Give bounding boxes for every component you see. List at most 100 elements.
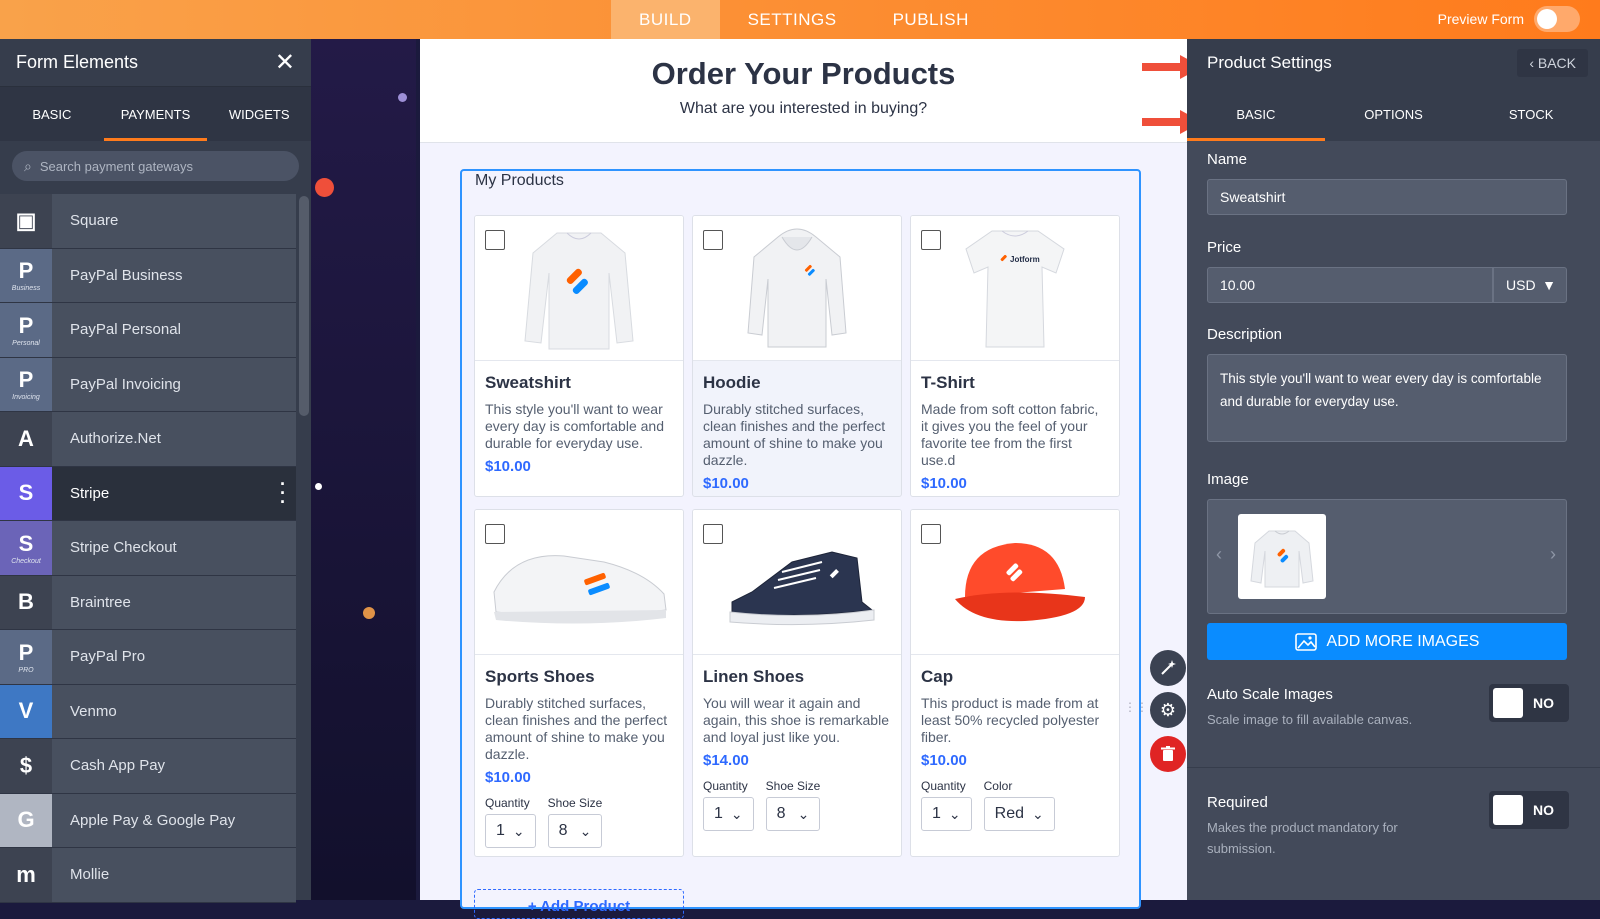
tab-basic-settings[interactable]: BASIC	[1187, 87, 1325, 141]
tab-publish[interactable]: PUBLISH	[865, 0, 997, 39]
gateway-item-label-wrap: PayPal Pro	[52, 630, 296, 684]
option-select[interactable]: Red ⌄	[983, 797, 1055, 831]
tab-payments[interactable]: PAYMENTS	[103, 87, 208, 141]
chevron-down-icon: ⌄	[579, 822, 592, 839]
product-card[interactable]: Cap This product is made from at least 50…	[910, 509, 1120, 857]
name-input[interactable]: Sweatshirt	[1207, 179, 1567, 215]
product-card[interactable]: Sports Shoes Durably stitched surfaces, c…	[474, 509, 684, 857]
scrollbar[interactable]	[299, 196, 309, 416]
description-textarea[interactable]: This style you'll want to wear every day…	[1207, 354, 1567, 442]
product-name: T-Shirt	[921, 373, 975, 392]
price-field: Price 10.00 USD ▼	[1207, 239, 1567, 303]
gateway-sub-label: Checkout	[11, 557, 41, 565]
option-select[interactable]: 8 ⌄	[765, 797, 821, 831]
form-header[interactable]: Order Your Products What are you interes…	[420, 39, 1187, 143]
product-name: Sweatshirt	[485, 373, 571, 392]
gateway-item[interactable]: P Business PayPal Business	[0, 248, 296, 303]
element-tabs: BASIC PAYMENTS WIDGETS	[0, 87, 311, 141]
preview-form-label: Preview Form	[1437, 11, 1524, 27]
option-value: 8	[558, 822, 568, 839]
gateway-glyph: m	[16, 861, 36, 887]
gateway-item[interactable]: P PRO PayPal Pro	[0, 630, 296, 685]
product-card[interactable]: Jotform T-Shirt Made from soft cotton fabr…	[910, 215, 1120, 497]
tab-options[interactable]: OPTIONS	[1325, 87, 1463, 141]
gateway-sub-label: PRO	[18, 666, 34, 674]
product-list-field[interactable]: My Products + Add Product Sweatshirt This…	[460, 169, 1141, 919]
tab-basic[interactable]: BASIC	[0, 87, 104, 141]
gateway-item-label-wrap: Stripe · · ·	[52, 466, 296, 520]
price-input[interactable]: 10.00	[1207, 267, 1493, 303]
gateway-item[interactable]: G Apple Pay & Google Pay	[0, 793, 296, 848]
paypal-icon: P PRO	[0, 630, 52, 684]
product-price: $10.00	[703, 475, 749, 492]
gateway-sub-label: Business	[11, 285, 41, 293]
add-more-images-button[interactable]: ADD MORE IMAGES	[1207, 623, 1567, 660]
gateway-item-label: PayPal Invoicing	[70, 375, 181, 393]
product-checkbox[interactable]	[485, 230, 505, 250]
gear-icon[interactable]: ⚙	[1150, 692, 1186, 728]
option-select[interactable]: 8 ⌄	[547, 814, 603, 848]
preview-form: Preview Form	[1438, 6, 1580, 32]
gateway-item-label-wrap: Mollie	[52, 848, 296, 902]
gateway-item[interactable]: A Authorize.Net	[0, 412, 296, 467]
product-description: Durably stitched surfaces, clean finishe…	[485, 695, 668, 762]
gateway-item[interactable]: P Invoicing PayPal Invoicing	[0, 357, 296, 412]
gateway-item[interactable]: $ Cash App Pay	[0, 739, 296, 794]
gateway-item[interactable]: B Braintree	[0, 575, 296, 630]
gateway-item-label: Mollie	[70, 866, 110, 884]
tab-widgets[interactable]: WIDGETS	[207, 87, 311, 141]
decor-dot	[315, 178, 334, 197]
more-options-icon[interactable]: · · ·	[280, 475, 286, 511]
gateway-glyph: P	[18, 258, 34, 284]
form-elements-header: Form Elements ✕	[0, 39, 311, 87]
sweatshirt-image	[475, 216, 683, 361]
form-subtitle: What are you interested in buying?	[679, 100, 928, 117]
currency-select[interactable]: USD ▼	[1493, 267, 1567, 303]
product-checkbox[interactable]	[703, 230, 723, 250]
option-select[interactable]: 1 ⌄	[921, 797, 972, 831]
product-option: Shoe Size 8 ⌄	[765, 779, 821, 831]
sweatshirt-thumbnail[interactable]	[1238, 514, 1326, 599]
tab-settings[interactable]: SETTINGS	[720, 0, 865, 39]
product-card[interactable]: Hoodie Durably stitched surfaces, clean f…	[692, 215, 902, 497]
product-checkbox[interactable]	[485, 524, 505, 544]
trash-icon[interactable]	[1150, 736, 1186, 772]
search-input[interactable]	[39, 158, 287, 174]
option-select[interactable]: 1 ⌄	[703, 797, 754, 831]
products-label: My Products	[475, 172, 564, 189]
option-select[interactable]: 1 ⌄	[485, 814, 536, 848]
gateway-item-label: Venmo	[70, 702, 117, 720]
gateway-item[interactable]: S Stripe · · ·	[0, 466, 296, 521]
chevron-left-icon[interactable]: ‹	[1216, 544, 1222, 565]
product-checkbox[interactable]	[921, 524, 941, 544]
cash-app-icon: $	[0, 739, 52, 793]
gateway-item[interactable]: S Checkout Stripe Checkout	[0, 521, 296, 576]
gateway-item[interactable]: m Mollie	[0, 848, 296, 903]
back-button[interactable]: ‹ BACK	[1517, 49, 1588, 77]
tab-build[interactable]: BUILD	[611, 0, 720, 39]
gateway-item[interactable]: P Personal PayPal Personal	[0, 303, 296, 358]
auto-scale-value: NO	[1533, 695, 1554, 711]
product-price: $14.00	[703, 752, 749, 769]
product-card[interactable]: Sweatshirt This style you'll want to wear…	[474, 215, 684, 497]
product-card[interactable]: Linen Shoes You will wear it again and ag…	[692, 509, 902, 857]
preview-form-toggle[interactable]	[1534, 6, 1580, 32]
product-checkbox[interactable]	[703, 524, 723, 544]
gateway-glyph: S	[18, 530, 34, 556]
gateway-item[interactable]: ▣ Square	[0, 194, 296, 249]
gateway-sub-label: Personal	[12, 339, 40, 347]
tab-stock[interactable]: STOCK	[1462, 87, 1600, 141]
required-toggle[interactable]: NO	[1489, 791, 1569, 829]
chevron-right-icon[interactable]: ›	[1550, 544, 1556, 565]
required-value: NO	[1533, 802, 1554, 818]
close-icon[interactable]: ✕	[275, 48, 295, 77]
drag-handle-icon[interactable]: ⋮⋮	[1124, 701, 1148, 713]
search-box: ⌕	[12, 151, 299, 181]
gateway-item-label: Stripe	[70, 484, 110, 502]
add-product-button[interactable]: + Add Product	[474, 889, 684, 919]
gateway-item-label-wrap: Braintree	[52, 575, 296, 629]
wand-icon[interactable]	[1150, 650, 1186, 686]
product-checkbox[interactable]	[921, 230, 941, 250]
auto-scale-toggle[interactable]: NO	[1489, 684, 1569, 722]
gateway-item[interactable]: V Venmo	[0, 684, 296, 739]
